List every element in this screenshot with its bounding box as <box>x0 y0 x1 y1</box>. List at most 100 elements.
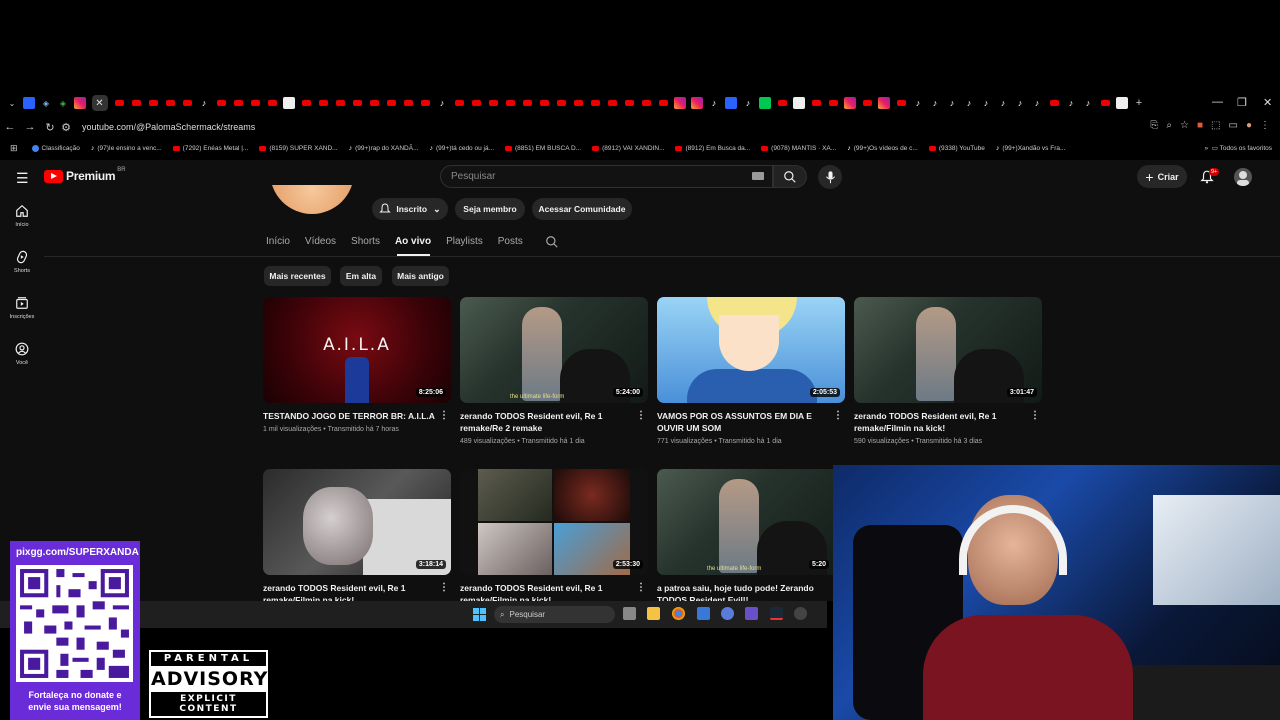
bookmark-item[interactable]: (9078) MANTIS · XA... <box>761 145 836 152</box>
more-options-icon[interactable]: ⋮ <box>439 582 449 593</box>
bookmark-star-icon[interactable]: ☆ <box>1180 120 1189 131</box>
tab-favicon[interactable] <box>691 97 703 109</box>
url-field[interactable]: youtube.com/@PalomaSchermack/streams <box>82 122 255 132</box>
bookmark-item[interactable]: (7292) Enéas Metal |... <box>172 145 248 152</box>
community-button[interactable]: Acessar Comunidade <box>532 198 632 220</box>
tab-favicon[interactable] <box>810 97 822 109</box>
video-title[interactable]: VAMOS POR OS ASSUNTOS EM DIA E OUVIR UM … <box>657 410 829 434</box>
new-tab-icon[interactable]: + <box>1133 97 1145 109</box>
app-icon[interactable] <box>697 607 710 620</box>
video-title[interactable]: zerando TODOS Resident evil, Re 1 remake… <box>460 410 632 434</box>
back-icon[interactable]: ← <box>0 121 20 133</box>
tab-favicon[interactable] <box>317 97 329 109</box>
tab-favicon[interactable] <box>572 97 584 109</box>
tab-favicon[interactable] <box>776 97 788 109</box>
tab-favicon[interactable] <box>1048 97 1060 109</box>
video-thumbnail[interactable]: 2:53:30 <box>460 469 648 575</box>
tab-favicon[interactable] <box>657 97 669 109</box>
video-title[interactable]: TESTANDO JOGO DE TERROR BR: A.I.L.A <box>263 410 435 422</box>
tab-favicon[interactable] <box>147 97 159 109</box>
tab-search-icon[interactable]: ⌄ <box>6 97 18 109</box>
tab-favicon[interactable] <box>725 97 737 109</box>
video-card[interactable]: 2:05:53 VAMOS POR OS ASSUNTOS EM DIA E O… <box>657 297 845 445</box>
sidebar-item-you[interactable]: Você <box>0 342 44 388</box>
tab-favicon[interactable] <box>215 97 227 109</box>
tab-favicon[interactable] <box>589 97 601 109</box>
tab-favicon[interactable]: ♪ <box>997 97 1009 109</box>
tab-favicon[interactable] <box>300 97 312 109</box>
tab-favicon[interactable] <box>113 97 125 109</box>
steam-icon[interactable] <box>770 607 783 620</box>
tab-favicon[interactable] <box>878 97 890 109</box>
video-thumbnail[interactable]: 2:05:53 <box>657 297 845 403</box>
chip-oldest[interactable]: Mais antigo <box>392 266 449 286</box>
tab-playlists[interactable]: Playlists <box>446 232 483 256</box>
tab-favicon[interactable] <box>164 97 176 109</box>
tab-favicon[interactable]: ♪ <box>1065 97 1077 109</box>
video-title[interactable]: zerando TODOS Resident evil, Re 1 remake… <box>263 582 435 601</box>
bookmark-item[interactable]: (8912) VAI XANDIN... <box>592 145 664 152</box>
taskbar-search[interactable]: ⌕ Pesquisar <box>494 606 615 623</box>
video-card[interactable]: the ultimate life-form 5:24:00 zerando T… <box>460 297 648 445</box>
bookmark-item[interactable]: (8851) EM BUSCA D... <box>505 145 581 152</box>
chrome-icon[interactable] <box>672 607 685 620</box>
tab-favicon[interactable] <box>74 97 86 109</box>
tab-favicon[interactable] <box>266 97 278 109</box>
keyboard-icon[interactable] <box>752 172 764 180</box>
tab-favicon[interactable]: ♪ <box>1014 97 1026 109</box>
tab-favicon[interactable] <box>640 97 652 109</box>
tab-posts[interactable]: Posts <box>498 232 523 256</box>
more-options-icon[interactable]: ⋮ <box>833 410 843 421</box>
video-card[interactable]: 3:01:47 zerando TODOS Resident evil, Re … <box>854 297 1042 445</box>
minimize-icon[interactable]: — <box>1212 96 1223 108</box>
channel-avatar[interactable] <box>270 185 354 215</box>
bookmark-item[interactable]: Classificação <box>31 144 80 152</box>
windows-start-icon[interactable] <box>473 608 486 621</box>
more-options-icon[interactable]: ⋮ <box>1030 410 1040 421</box>
tab-favicon[interactable] <box>623 97 635 109</box>
close-window-icon[interactable]: ✕ <box>1263 96 1272 109</box>
sidebar-item-home[interactable]: Início <box>0 204 44 250</box>
tab-favicon[interactable] <box>1099 97 1111 109</box>
search-button[interactable] <box>773 165 807 188</box>
youtube-premium-logo[interactable]: Premium BR <box>44 167 126 183</box>
tab-favicon[interactable] <box>23 97 35 109</box>
all-favorites-folder[interactable]: » ▭ Todos os favoritos <box>1205 144 1272 152</box>
more-options-icon[interactable]: ⋮ <box>636 582 646 593</box>
bookmark-item[interactable]: ♪ (99+)Xandão vs Fra... <box>996 145 1066 152</box>
video-thumbnail[interactable]: A.I.L.A 8:25:06 <box>263 297 451 403</box>
tab-favicon[interactable]: ◈ <box>40 97 52 109</box>
video-thumbnail[interactable]: the ultimate life-form 5:24:00 <box>460 297 648 403</box>
bookmark-item[interactable]: ♪ (97)Ie ensino a venc... <box>91 145 162 152</box>
tab-favicon[interactable] <box>861 97 873 109</box>
tab-favicon[interactable] <box>606 97 618 109</box>
video-title[interactable]: zerando TODOS Resident evil, Re 1 remake… <box>854 410 1026 434</box>
tab-favicon[interactable] <box>249 97 261 109</box>
video-thumbnail[interactable]: 3:01:47 <box>854 297 1042 403</box>
chip-popular[interactable]: Em alta <box>340 266 382 286</box>
tab-favicon[interactable]: ♪ <box>742 97 754 109</box>
maximize-icon[interactable]: ❐ <box>1237 96 1247 109</box>
more-options-icon[interactable]: ⋮ <box>636 410 646 421</box>
bookmark-item[interactable]: (9338) YouTube <box>928 145 985 152</box>
tab-favicon[interactable] <box>283 97 295 109</box>
tab-favicon[interactable]: ♪ <box>980 97 992 109</box>
tab-favicon[interactable]: ♪ <box>436 97 448 109</box>
tab-favicon[interactable] <box>181 97 193 109</box>
site-info-icon[interactable]: ⚙ <box>60 121 72 134</box>
tab-favicon[interactable] <box>674 97 686 109</box>
bookmark-item[interactable]: ♪ (99+)tá cedo ou já... <box>430 145 495 152</box>
bookmark-item[interactable]: ♪ (99+)Os vídeos de c... <box>847 145 918 152</box>
tab-favicon[interactable]: ♪ <box>946 97 958 109</box>
profile-avatar-icon[interactable]: ● <box>1246 120 1252 131</box>
apps-grid-icon[interactable]: ⊞ <box>10 143 18 154</box>
tab-favicon[interactable] <box>351 97 363 109</box>
video-card[interactable]: A.I.L.A 8:25:06 TESTANDO JOGO DE TERROR … <box>263 297 451 433</box>
tab-favicon[interactable] <box>419 97 431 109</box>
app-icon[interactable] <box>745 607 758 620</box>
bookmark-item[interactable]: (8159) SUPER XAND... <box>259 145 338 152</box>
subscribed-button[interactable]: Inscrito ⌄ <box>372 198 448 220</box>
settings-gear-icon[interactable] <box>721 607 734 620</box>
tab-favicon[interactable] <box>1116 97 1128 109</box>
tab-favicon[interactable] <box>538 97 550 109</box>
